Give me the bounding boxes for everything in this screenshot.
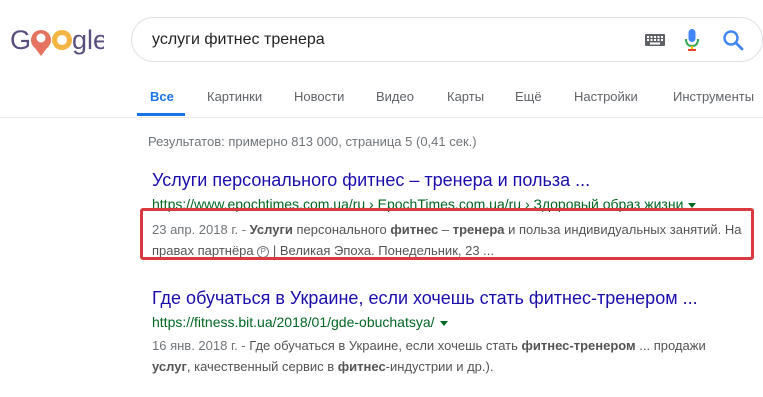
google-logo[interactable]: G gle [10,22,108,58]
result-url-domain: https://fitness.bit.ua/2018/01/gde-obuch… [152,314,435,330]
search-result: Где обучаться в Украине, если хочешь ста… [152,287,752,377]
snippet-bold: фитнес [337,359,386,374]
active-tab-indicator [137,113,185,116]
search-tabs: Все Картинки Новости Видео Карты Ещё Нас… [0,86,763,116]
snippet-text: , качественный сервис в [186,359,338,374]
tab-maps[interactable]: Карты [447,89,484,104]
dropdown-arrow-icon[interactable] [439,320,448,326]
search-box[interactable]: услуги фитнес тренера [131,17,763,62]
svg-text:G: G [10,25,31,55]
snippet-line: 16 янв. 2018 г. - Где обучаться в Украин… [152,335,752,356]
snippet-bold: фитнес-тренером [521,338,636,353]
result-stats: Результатов: примерно 813 000, страница … [148,134,477,149]
google-logo-graphic: G gle [10,25,108,56]
tab-all[interactable]: Все [150,89,174,104]
tab-news[interactable]: Новости [294,89,344,104]
tab-images[interactable]: Картинки [207,89,262,104]
result-url: https://fitness.bit.ua/2018/01/gde-obuch… [152,312,752,332]
result-title-link[interactable]: Где обучаться в Украине, если хочешь ста… [152,287,752,309]
result-snippet: 16 янв. 2018 г. - Где обучаться в Украин… [152,335,752,377]
tab-video[interactable]: Видео [376,89,414,104]
header-divider [0,117,763,118]
search-icon[interactable] [722,29,744,51]
snippet-text: ... продажи [635,338,706,353]
snippet-line: услуг, качественный сервис в фитнес-инду… [152,356,752,377]
snippet-highlight-frame [140,208,754,260]
snippet-text: Где обучаться в Украине, если хочешь ста… [249,338,522,353]
tab-tools[interactable]: Инструменты [673,89,754,104]
result-title-link[interactable]: Услуги персонального фитнес – тренера и … [152,169,752,191]
snippet-text: -индустрии и др.). [385,359,494,374]
keyboard-icon[interactable] [644,32,666,48]
tab-settings[interactable]: Настройки [574,89,638,104]
result-date: 16 янв. 2018 г. - [152,338,250,353]
snippet-bold: услуг [152,359,187,374]
svg-text:gle: gle [72,25,104,55]
tab-more[interactable]: Ещё [515,89,542,104]
search-input[interactable]: услуги фитнес тренера [152,31,325,49]
microphone-icon[interactable] [684,28,700,52]
